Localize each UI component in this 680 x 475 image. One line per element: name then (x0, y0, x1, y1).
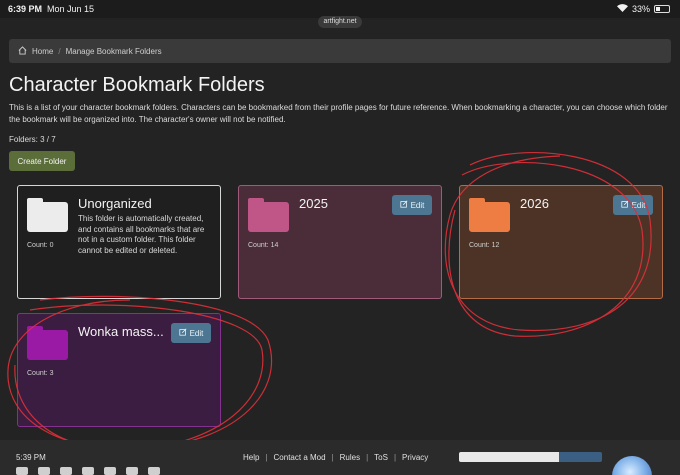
folder-icon (27, 326, 68, 360)
url-pill[interactable]: artfight.net (318, 16, 362, 28)
folder-count: Count: 14 (248, 242, 279, 249)
battery-percent: 33% (631, 4, 650, 14)
twitter-icon[interactable] (16, 467, 28, 475)
folder-icon (469, 198, 510, 232)
page-title: Character Bookmark Folders (9, 74, 265, 96)
folder-title: 2025 (299, 196, 328, 211)
folder-title: Wonka mass... (78, 324, 164, 339)
folder-count: Count: 3 (27, 370, 54, 377)
edit-label: Edit (410, 200, 425, 210)
social-links (16, 467, 160, 475)
folder-card-unorganized[interactable]: Unorganized This folder is automatically… (17, 185, 221, 299)
status-time: 6:39 PM (8, 4, 43, 14)
wifi-icon (616, 4, 628, 14)
instagram-icon[interactable] (38, 467, 50, 475)
folder-icon (248, 198, 289, 232)
home-icon[interactable] (18, 45, 27, 57)
footer-link-privacy[interactable]: Privacy (402, 453, 428, 462)
folder-title: Unorganized (78, 196, 152, 211)
status-right: 33% (616, 4, 670, 14)
tumblr-icon[interactable] (82, 467, 94, 475)
edit-label: Edit (189, 328, 204, 338)
status-date: Mon Jun 15 (47, 4, 95, 14)
avatar[interactable] (612, 456, 652, 475)
folder-card-wonka[interactable]: Wonka mass... Count: 3 Edit (17, 313, 221, 427)
footer-link-help[interactable]: Help (243, 453, 259, 462)
breadcrumb: Home / Manage Bookmark Folders (9, 39, 671, 63)
folder-title: 2026 (520, 196, 549, 211)
breadcrumb-home[interactable]: Home (32, 47, 53, 56)
breadcrumb-current: Manage Bookmark Folders (65, 46, 162, 56)
battery-icon (654, 5, 670, 13)
edit-folder-button[interactable]: Edit (171, 323, 211, 343)
edit-label: Edit (631, 200, 646, 210)
tiktok-icon[interactable] (104, 467, 116, 475)
page-description: This is a list of your character bookmar… (9, 103, 668, 124)
create-folder-button[interactable]: Create Folder (9, 151, 75, 171)
edit-icon (178, 328, 187, 338)
folder-card-2026[interactable]: 2026 Count: 12 Edit (459, 185, 663, 299)
footer-link-tos[interactable]: ToS (374, 453, 388, 462)
edit-icon (620, 200, 629, 210)
twitch-icon[interactable] (60, 467, 72, 475)
breadcrumb-separator: / (58, 46, 61, 56)
folder-count: Count: 12 (469, 242, 500, 249)
folder-card-2025[interactable]: 2025 Count: 14 Edit (238, 185, 442, 299)
folders-count: Folders: 3 / 7 (9, 135, 56, 144)
footer-link-rules[interactable]: Rules (340, 453, 360, 462)
contribution-progress-bar (459, 452, 602, 462)
footer: 5:39 PM Help | Contact a Mod | Rules | T… (0, 440, 680, 475)
footer-link-contact[interactable]: Contact a Mod (274, 453, 326, 462)
edit-folder-button[interactable]: Edit (613, 195, 653, 215)
bluesky-icon[interactable] (148, 467, 160, 475)
edit-icon (399, 200, 408, 210)
folder-description: This folder is automatically created, an… (78, 214, 205, 255)
youtube-icon[interactable] (126, 467, 138, 475)
folder-count: Count: 0 (27, 242, 54, 249)
footer-time: 5:39 PM (16, 453, 46, 462)
folder-icon (27, 198, 68, 232)
edit-folder-button[interactable]: Edit (392, 195, 432, 215)
footer-links: Help | Contact a Mod | Rules | ToS | Pri… (243, 453, 429, 462)
